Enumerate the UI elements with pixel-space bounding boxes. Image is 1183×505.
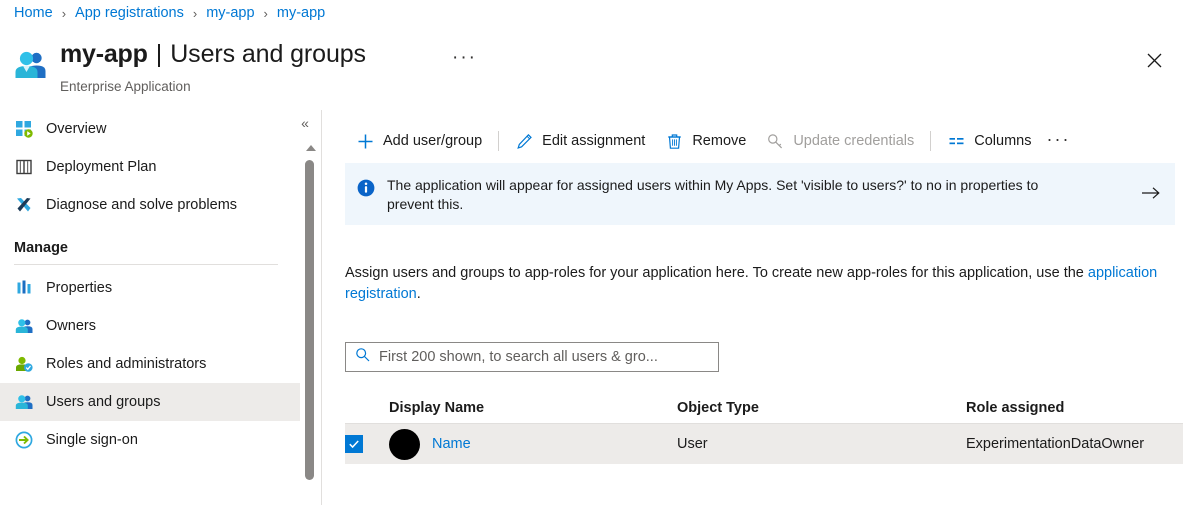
close-icon [1147, 53, 1161, 67]
breadcrumb-item-app-registrations[interactable]: App registrations [75, 5, 184, 21]
page-title-app: my-app [60, 40, 148, 68]
toolbar-more-icon[interactable]: ··· [1041, 125, 1075, 157]
description-text: Assign users and groups to app-roles for… [345, 263, 1160, 305]
add-user-group-button[interactable]: Add user/group [346, 125, 492, 157]
sidebar-item-deployment-plan[interactable]: Deployment Plan [0, 148, 300, 186]
breadcrumb-item-home[interactable]: Home [14, 5, 53, 21]
sidebar-item-label: Deployment Plan [46, 159, 157, 175]
description-lead: Assign users and groups to app-roles for… [345, 265, 1088, 281]
close-blade-button[interactable] [1138, 44, 1170, 76]
sidebar-item-label: Users and groups [46, 394, 161, 410]
search-icon [355, 347, 370, 367]
main-content: Add user/group Edit assignment Remove Up… [322, 110, 1183, 505]
portal-blade: Home › App registrations › my-app › my-a… [0, 0, 1183, 505]
book-icon [14, 157, 34, 177]
owners-icon [14, 316, 34, 336]
columns-icon [947, 132, 965, 150]
description-tail: . [416, 286, 421, 302]
sidebar-item-label: Diagnose and solve problems [46, 197, 238, 213]
wrench-icon [14, 195, 34, 215]
row-checkbox[interactable] [345, 435, 363, 453]
sidebar-item-owners[interactable]: Owners [0, 307, 300, 345]
plus-icon [356, 132, 374, 150]
page-title-section: Users and groups [170, 40, 366, 68]
info-icon [357, 179, 375, 202]
overview-icon [14, 119, 34, 139]
breadcrumb-separator: › [61, 5, 67, 21]
check-icon [349, 440, 359, 449]
remove-button[interactable]: Remove [655, 125, 756, 157]
search-box[interactable] [345, 342, 719, 372]
sidebar-item-single-sign-on[interactable]: Single sign-on [0, 421, 300, 459]
sidebar-item-diagnose-and-solve-problems[interactable]: Diagnose and solve problems [0, 186, 300, 224]
breadcrumb-item-my-app-1[interactable]: my-app [206, 5, 254, 21]
toolbar-separator [930, 131, 932, 151]
row-display-name-cell: Name [389, 428, 677, 460]
arrow-right-icon[interactable] [1141, 185, 1161, 206]
sidebar-group-manage: Manage [14, 240, 68, 256]
row-display-name-link[interactable]: Name [432, 436, 471, 452]
update-credentials-button: Update credentials [756, 125, 924, 157]
page-title-divider: | [155, 40, 163, 68]
columns-button[interactable]: Columns [937, 125, 1041, 157]
table-header-role-assigned: Role assigned [966, 399, 1065, 416]
scroll-up-arrow-icon[interactable] [306, 145, 316, 151]
sidebar-divider [14, 264, 278, 265]
row-select-cell[interactable] [345, 435, 389, 453]
sidebar-item-label: Overview [46, 121, 107, 137]
sidebar-item-label: Properties [46, 280, 113, 296]
users-group-icon [14, 48, 48, 82]
breadcrumb-separator: › [192, 5, 198, 21]
properties-icon [14, 278, 34, 298]
sidebar-item-label: Roles and administrators [46, 356, 207, 372]
page-title-more-icon[interactable]: ··· [452, 48, 477, 67]
roles-icon [14, 354, 34, 374]
update-credentials-label: Update credentials [793, 133, 915, 149]
pencil-icon [515, 132, 533, 150]
avatar [389, 428, 420, 460]
info-banner-text: The application will appear for assigned… [387, 177, 1039, 212]
table-header-object-type: Object Type [677, 399, 759, 416]
sidebar-item-label: Single sign-on [46, 432, 138, 448]
breadcrumb-item-my-app-2[interactable]: my-app [277, 5, 325, 21]
add-user-group-label: Add user/group [383, 133, 483, 149]
info-banner: The application will appear for assigned… [345, 163, 1175, 225]
row-object-type-cell: User [677, 436, 708, 452]
users-groups-icon [14, 392, 34, 412]
sidebar-item-overview[interactable]: Overview [0, 110, 300, 148]
row-role-assigned-cell: ExperimentationDataOwner [966, 436, 1145, 452]
scrollbar-thumb[interactable] [305, 160, 314, 480]
command-bar: Add user/group Edit assignment Remove Up… [322, 120, 1075, 162]
breadcrumb-separator: › [263, 5, 268, 21]
assignments-table: Display Name Object Type Role assigned N… [345, 392, 1183, 464]
table-header-row: Display Name Object Type Role assigned [345, 392, 1183, 424]
page-subtitle: Enterprise Application [60, 79, 191, 94]
trash-icon [665, 132, 683, 150]
remove-label: Remove [692, 133, 747, 149]
sidebar: Overview Deployment Plan Diagnose and so… [0, 110, 300, 505]
search-input[interactable] [377, 348, 697, 366]
sidebar-item-properties[interactable]: Properties [0, 269, 300, 307]
columns-label: Columns [974, 133, 1032, 149]
edit-assignment-button[interactable]: Edit assignment [505, 125, 655, 157]
sso-icon [14, 430, 34, 450]
sidebar-item-users-and-groups[interactable]: Users and groups [0, 383, 300, 421]
table-row[interactable]: Name User ExperimentationDataOwner [345, 424, 1183, 464]
breadcrumb: Home › App registrations › my-app › my-a… [14, 5, 325, 21]
sidebar-scrollbar[interactable] [303, 140, 317, 505]
edit-assignment-label: Edit assignment [542, 133, 646, 149]
key-icon [766, 132, 784, 150]
table-header-display-name: Display Name [389, 399, 485, 416]
sidebar-item-label: Owners [46, 318, 96, 334]
toolbar-separator [498, 131, 500, 151]
sidebar-item-roles-and-administrators[interactable]: Roles and administrators [0, 345, 300, 383]
page-title: my-app | Users and groups [60, 40, 366, 69]
